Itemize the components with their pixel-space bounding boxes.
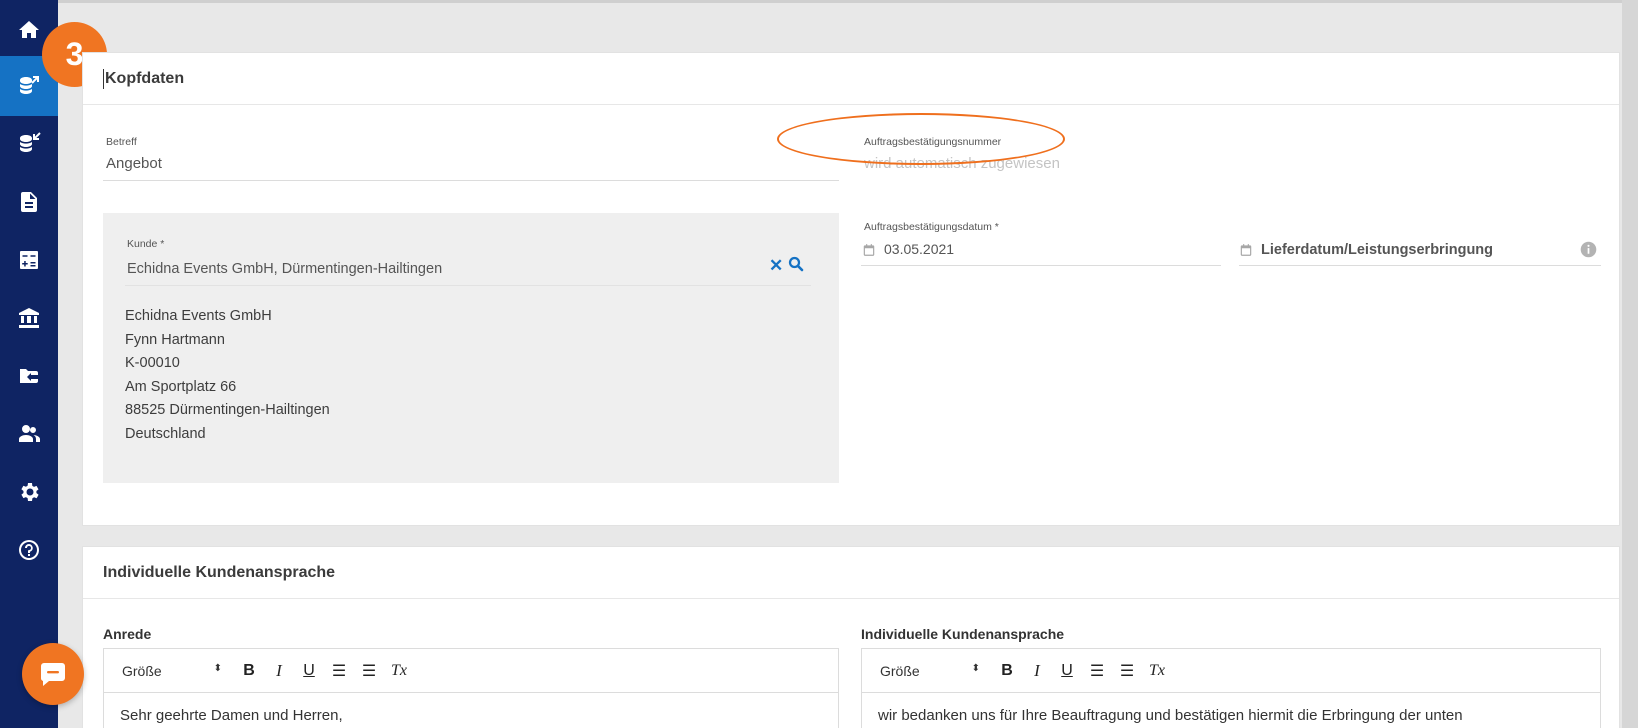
ansprache-card: Individuelle Kundenansprache Anrede Größ… [82,546,1620,728]
sidebar-item-contacts[interactable] [0,404,58,464]
sidebar [0,0,58,728]
anrede-toolbar: Größe ⬍ B I U ☰ ☰ Tx [104,649,838,693]
kunde-underline [125,285,811,286]
bank-icon [19,308,39,328]
chat-button[interactable] [22,643,84,705]
select-arrows-icon: ⬍ [971,662,980,674]
address-line: Fynn Hartmann [125,331,225,348]
kopfdaten-title: Kopfdaten [83,53,1619,105]
underline-button[interactable]: U [1052,662,1082,680]
anrede-label: Anrede [103,626,152,642]
font-size-label: Größe [880,662,920,679]
customer-box: Kunde * Echidna Events GmbH, Dürmentinge… [103,213,839,483]
address-line: K-00010 [125,355,180,371]
font-size-select[interactable]: Größe ⬍ [880,663,980,679]
lieferdatum-underline [1239,265,1601,266]
sidebar-item-bank[interactable] [0,288,58,348]
calendar-icon [1239,243,1253,257]
chat-icon [40,663,65,686]
outgoing-invoices-icon [20,76,39,94]
customer-address: Echidna Events GmbH Fynn Hartmann K-0001… [125,305,330,446]
betreff-input[interactable]: Angebot [106,155,162,172]
bullet-list-icon[interactable]: ☰ [1112,661,1142,681]
individuell-text[interactable]: wir bedanken uns für Ihre Beauftragung u… [862,693,1600,728]
underline-button[interactable]: U [294,662,324,680]
scrollbar[interactable] [1622,0,1638,728]
ab-datum-input[interactable]: 03.05.2021 [884,241,954,257]
ordered-list-icon[interactable]: ☰ [1082,661,1112,681]
clear-format-button[interactable]: Tx [1142,662,1172,680]
italic-button[interactable]: I [264,661,294,681]
ab-datum-underline [861,265,1221,266]
sidebar-item-documents[interactable] [0,172,58,232]
individuell-editor: Größe ⬍ B I U ☰ ☰ Tx wir bedanken uns fü… [861,648,1601,728]
address-line: 88525 Dürmentingen-Hailtingen [125,402,330,418]
sidebar-item-settings[interactable] [0,462,58,522]
highlight-ellipse [777,113,1065,165]
sidebar-item-export[interactable] [0,346,58,406]
sidebar-item-help[interactable] [0,520,58,580]
kunde-input[interactable]: Echidna Events GmbH, Dürmentingen-Hailti… [127,261,442,277]
ordered-list-icon[interactable]: ☰ [324,661,354,681]
contacts-icon [19,425,40,442]
settings-icon [21,483,39,501]
document-icon [21,192,37,212]
italic-button[interactable]: I [1022,661,1052,681]
top-shadow [58,0,1638,3]
help-icon [19,540,39,560]
kopfdaten-title-text: Kopfdaten [105,69,185,87]
ansprache-title: Individuelle Kundenansprache [83,547,1619,599]
address-line: Echidna Events GmbH [125,308,272,324]
betreff-underline [103,180,839,181]
bullet-list-icon[interactable]: ☰ [354,661,384,681]
anrede-text[interactable]: Sehr geehrte Damen und Herren, [104,693,838,728]
select-arrows-icon: ⬍ [213,662,222,674]
ab-datum-label: Auftragsbestätigungsdatum * [864,221,999,233]
info-icon[interactable] [1580,241,1597,263]
betreff-label: Betreff [106,136,137,148]
clear-customer-icon[interactable]: ✕ [769,256,783,276]
bold-button[interactable]: B [992,662,1022,680]
home-icon [19,21,39,38]
kunde-label: Kunde * [127,238,165,250]
individuell-toolbar: Größe ⬍ B I U ☰ ☰ Tx [862,649,1600,693]
folder-export-icon [20,369,38,383]
incoming-invoices-icon [20,132,41,152]
individuell-label: Individuelle Kundenansprache [861,626,1065,642]
clear-format-button[interactable]: Tx [384,662,414,680]
font-size-label: Größe [122,662,162,679]
search-customer-icon[interactable] [787,255,805,278]
anrede-editor: Größe ⬍ B I U ☰ ☰ Tx Sehr geehrte Damen … [103,648,839,728]
address-line: Deutschland [125,425,206,442]
text-cursor [103,68,104,89]
sidebar-item-incoming-invoices[interactable] [0,114,58,174]
sidebar-item-calculator[interactable] [0,230,58,290]
bold-button[interactable]: B [234,662,264,680]
calculator-icon [20,251,38,269]
lieferdatum-input[interactable]: Lieferdatum/Leistungserbringung [1261,242,1493,258]
calendar-icon [862,243,876,257]
address-line: Am Sportplatz 66 [125,378,237,395]
font-size-select[interactable]: Größe ⬍ [122,663,222,679]
